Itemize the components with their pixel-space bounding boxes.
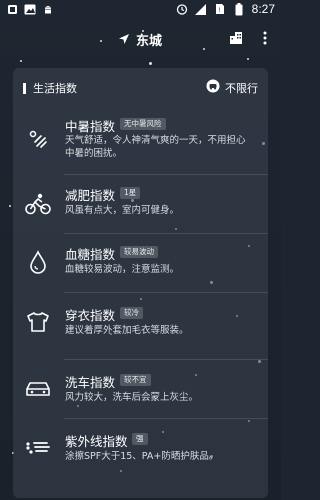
location-name: 东城	[136, 34, 163, 49]
no-sim-icon: !	[214, 3, 226, 15]
alarm-icon	[176, 3, 188, 15]
index-title: 穿衣指数	[65, 308, 116, 323]
index-badge: 无中暑风险	[120, 118, 166, 130]
battery-icon	[233, 2, 245, 15]
blood-drop-icon	[25, 249, 51, 275]
section-marker	[23, 83, 26, 94]
clock: 8:27	[251, 2, 275, 16]
list-item[interactable]: 中暑指数 无中暑风险 天气舒适，令人神清气爽的一天，不用担心中暑的困扰。	[13, 106, 268, 174]
index-title: 洗车指数	[65, 375, 116, 390]
index-title: 紫外线指数	[65, 434, 128, 449]
index-title: 减肥指数	[65, 188, 116, 203]
city-buildings-icon[interactable]	[229, 30, 243, 49]
image-notification-icon	[24, 3, 36, 15]
list-item[interactable]: 洗车指数 较不宜 风力较大，洗车后会蒙上灰尘。	[13, 360, 268, 418]
tshirt-icon	[25, 309, 51, 335]
car-restriction-icon	[206, 79, 220, 96]
index-badge: 较易波动	[120, 246, 158, 258]
uv-icon	[25, 435, 51, 461]
card-title: 生活指数	[33, 82, 77, 95]
index-description: 天气舒适，令人神清气爽的一天，不用担心中暑的困扰。	[65, 135, 246, 159]
list-item[interactable]: 减肥指数 1星 风虽有点大，室内可健身。	[13, 175, 268, 233]
index-badge: 强	[132, 433, 148, 445]
more-options-icon[interactable]	[263, 30, 267, 49]
index-description: 建议着厚外套加毛衣等服装。	[65, 325, 189, 336]
index-badge: 较冷	[120, 307, 143, 319]
index-badge: 较不宜	[120, 374, 151, 386]
index-title: 血糖指数	[65, 247, 116, 262]
card-header: 生活指数 不限行	[13, 68, 268, 106]
signal-icon	[195, 3, 207, 15]
index-description: 血糖较易波动，注意监测。	[65, 264, 180, 275]
index-description: 风虽有点大，室内可健身。	[65, 205, 180, 216]
life-index-card: 生活指数 不限行 中暑指数 无中暑风险 天气舒适，令人神清气爽的一天，不用担心中…	[13, 68, 268, 498]
car-icon	[25, 376, 51, 402]
square-notification-icon	[6, 3, 18, 15]
top-bar: 东城	[0, 22, 281, 56]
list-item[interactable]: 血糖指数 较易波动 血糖较易波动，注意监测。	[13, 234, 268, 292]
location-selector[interactable]: 东城	[118, 30, 162, 49]
svg-text:!: !	[218, 7, 220, 14]
traffic-restriction: 不限行	[206, 79, 258, 96]
list-item[interactable]: 紫外线指数 强 涂擦SPF大于15、PA+防晒护肤品。	[13, 419, 268, 479]
restriction-label: 不限行	[225, 81, 258, 95]
index-badge: 1星	[120, 187, 141, 199]
navigation-arrow-icon	[118, 30, 130, 49]
index-description: 涂擦SPF大于15、PA+防晒护肤品。	[65, 451, 219, 462]
index-description: 风力较大，洗车后会蒙上灰尘。	[65, 392, 199, 403]
status-bar: ! 8:27	[0, 0, 281, 20]
list-item[interactable]: 穿衣指数 较冷 建议着厚外套加毛衣等服装。	[13, 293, 268, 359]
index-title: 中暑指数	[65, 119, 116, 134]
heatstroke-icon	[25, 126, 51, 152]
android-notification-icon	[42, 3, 54, 15]
cycling-icon	[25, 191, 51, 217]
